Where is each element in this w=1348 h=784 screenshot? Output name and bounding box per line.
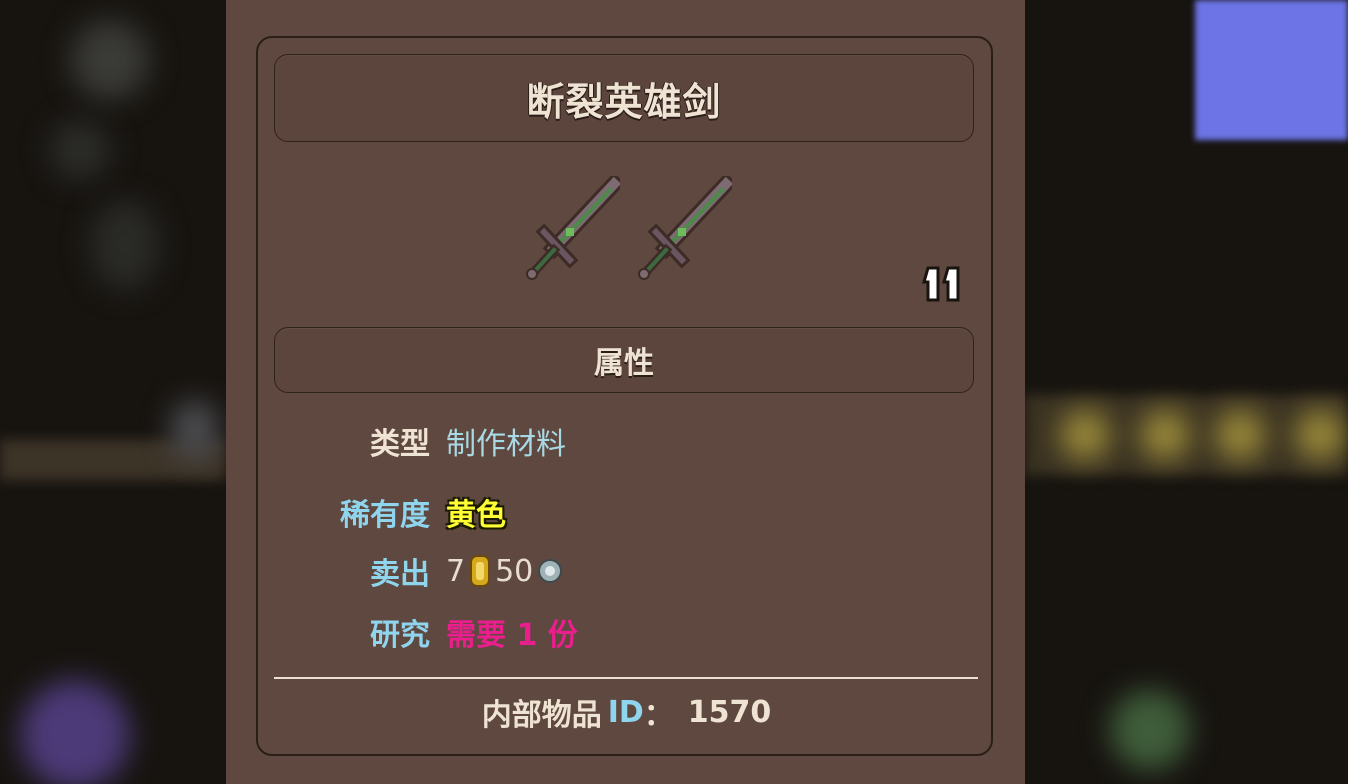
- gold-coin-icon: [470, 555, 491, 587]
- item-title-box: 断裂英雄剑: [274, 54, 974, 142]
- rarity-value: 黄色: [446, 498, 506, 533]
- section-title: 属性: [594, 346, 654, 381]
- type-label: 类型: [370, 427, 430, 462]
- item-wiki-panel: 断裂英雄剑 属性 类型 制作材料 稀有度 黄色 卖出 7 50 研究 需要 1 …: [226, 0, 1025, 784]
- broken-hero-sword-icon: [638, 176, 732, 280]
- property-row-rarity: 稀有度 黄色: [258, 487, 958, 537]
- sell-label[interactable]: 卖出: [258, 549, 446, 593]
- property-row-sell: 卖出 7 50: [258, 546, 958, 596]
- divider: [274, 677, 978, 679]
- sell-value: 7 50: [446, 554, 567, 589]
- type-value[interactable]: 制作材料: [446, 419, 566, 463]
- internal-id-value: 1570: [687, 694, 772, 730]
- item-title: 断裂英雄剑: [526, 79, 722, 124]
- internal-id-footer: 内部物品 ID ： 1570: [258, 688, 995, 736]
- section-header: 属性: [274, 327, 974, 393]
- pause-icon[interactable]: [922, 264, 968, 304]
- gold-amount: 7: [446, 553, 466, 589]
- id-link[interactable]: ID: [608, 695, 644, 730]
- silver-amount: 50: [495, 553, 534, 589]
- property-row-research: 研究 需要 1 份: [258, 607, 958, 657]
- rarity-label[interactable]: 稀有度: [258, 490, 446, 534]
- broken-hero-sword-icon: [526, 176, 620, 280]
- id-colon: ：: [643, 698, 674, 733]
- property-row-type: 类型 制作材料: [258, 416, 958, 466]
- silver-coin-icon: [538, 559, 563, 583]
- internal-item-label: 内部物品: [481, 698, 602, 733]
- item-infobox: 断裂英雄剑 属性 类型 制作材料 稀有度 黄色 卖出 7 50 研究 需要 1 …: [256, 36, 993, 756]
- research-label[interactable]: 研究: [258, 610, 446, 654]
- research-value: 需要 1 份: [446, 618, 578, 653]
